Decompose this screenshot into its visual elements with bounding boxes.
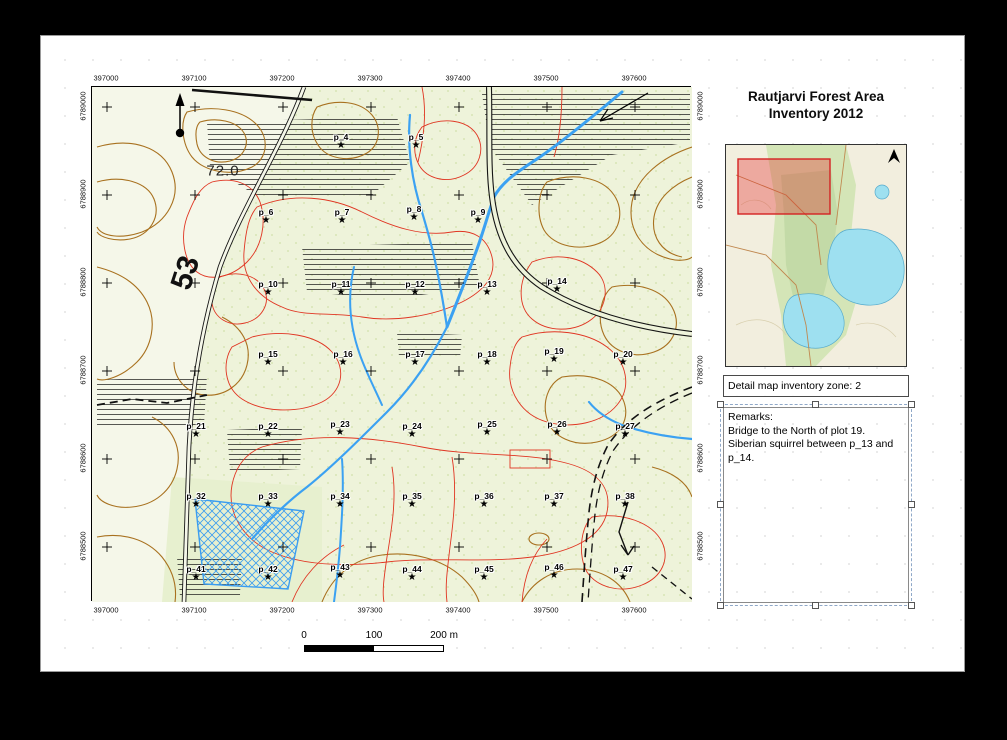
detail-zone-label[interactable]: Detail map inventory zone: 2 (723, 375, 909, 397)
remarks-body: Bridge to the North of plot 19. Siberian… (728, 425, 893, 464)
grid-coordinate-label: 397400 (445, 606, 470, 615)
scalebar[interactable]: 0100200 m (304, 630, 454, 656)
grid-coordinate-label: 6788600 (79, 443, 88, 472)
grid-coordinate-label: 397500 (533, 74, 558, 83)
grid-coordinate-label: 397300 (357, 74, 382, 83)
grid-coordinate-label: 397100 (181, 606, 206, 615)
selection-handle[interactable] (908, 501, 915, 508)
remarks-heading: Remarks: (728, 411, 904, 425)
pond-area (195, 499, 304, 589)
selection-handle[interactable] (812, 401, 819, 408)
selection-handle[interactable] (908, 401, 915, 408)
scalebar-segment-dark (304, 645, 374, 652)
grid-coordinate-label: 6788700 (696, 355, 705, 384)
grid-coordinate-label: 6788500 (79, 531, 88, 560)
selection-handle[interactable] (717, 401, 724, 408)
grid-coordinate-label: 6789000 (696, 91, 705, 120)
title-line-2: Inventory 2012 (723, 105, 909, 122)
scalebar-label: 100 (366, 630, 383, 641)
overview-map[interactable] (725, 144, 907, 367)
grid-coordinate-label: 6788900 (696, 179, 705, 208)
grid-coordinate-label: 6788900 (79, 179, 88, 208)
scalebar-label: 0 (301, 630, 307, 641)
main-map[interactable] (91, 86, 691, 601)
grid-coordinate-label: 6788800 (696, 267, 705, 296)
grid-coordinate-label: 397400 (445, 74, 470, 83)
grid-coordinate-label: 397000 (93, 606, 118, 615)
grid-coordinate-label: 397100 (181, 74, 206, 83)
overview-map-canvas (726, 145, 906, 366)
grid-coordinate-label: 397300 (357, 606, 382, 615)
grid-coordinate-label: 6788800 (79, 267, 88, 296)
grid-coordinate-label: 6789000 (79, 91, 88, 120)
grid-coordinate-label: 397500 (533, 606, 558, 615)
selection-handle[interactable] (812, 602, 819, 609)
grid-coordinate-label: 6788700 (79, 355, 88, 384)
layout-canvas: { "header": { "title_line1": "Rautjarvi … (0, 0, 1007, 740)
scalebar-segment-light (374, 645, 444, 652)
selection-handle[interactable] (908, 602, 915, 609)
detail-zone-highlight (738, 159, 830, 214)
scalebar-bar (304, 645, 444, 652)
layout-page: 72.0 53 p_4★p_5★p_6★p_7★p_8★p_9★p_10★p_1… (40, 35, 965, 672)
grid-coordinate-label: 397200 (269, 606, 294, 615)
grid-coordinate-label: 6788600 (696, 443, 705, 472)
grid-coordinate-label: 6788500 (696, 531, 705, 560)
grid-coordinate-label: 397200 (269, 74, 294, 83)
main-map-canvas (92, 87, 692, 602)
title-line-1: Rautjarvi Forest Area (723, 88, 909, 105)
selection-handle[interactable] (717, 501, 724, 508)
selection-handle[interactable] (717, 602, 724, 609)
grid-coordinate-label: 397000 (93, 74, 118, 83)
scalebar-label: 200 m (430, 630, 458, 641)
layout-title[interactable]: Rautjarvi Forest Area Inventory 2012 (723, 88, 909, 122)
grid-coordinate-label: 397600 (621, 74, 646, 83)
grid-coordinate-label: 397600 (621, 606, 646, 615)
remarks-box[interactable]: Remarks: Bridge to the North of plot 19.… (723, 407, 909, 603)
